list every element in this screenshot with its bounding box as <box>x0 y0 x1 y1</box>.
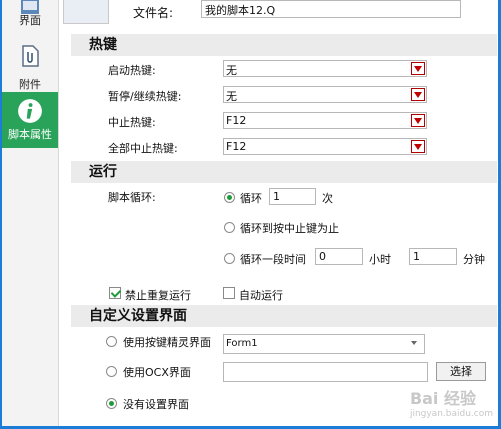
baidu-watermark: Bai 经验 jingyan.baidu.com <box>410 385 493 419</box>
pause-hotkey-label: 暂停/继续热键: <box>108 90 182 103</box>
ocx-ui-label: 使用OCX界面 <box>123 366 191 379</box>
loop-minutes-input[interactable]: 1 <box>409 248 457 265</box>
sidebar-item-attachment[interactable]: 附件 <box>2 40 58 98</box>
file-name-input[interactable]: 我的脚本12.Q <box>201 0 461 18</box>
sprite-ui-radio[interactable] <box>106 336 117 347</box>
script-thumbnail-icon <box>63 0 109 24</box>
no-ui-radio[interactable] <box>106 398 117 409</box>
chevron-down-icon[interactable] <box>411 140 425 153</box>
no-ui-label: 没有设置界面 <box>123 398 189 411</box>
loop-count-unit: 次 <box>322 192 333 205</box>
sidebar-item-script-properties[interactable]: 脚本属性 <box>2 92 58 148</box>
stop-hotkey-dropdown[interactable]: F12 <box>223 112 427 129</box>
info-icon <box>18 99 42 123</box>
sidebar-item-label: 界面 <box>19 14 41 27</box>
sidebar-item-label: 附件 <box>19 78 41 91</box>
section-hotkeys: 热键 <box>71 34 497 56</box>
stop-all-hotkey-dropdown[interactable]: F12 <box>223 138 427 155</box>
loop-hours-unit: 小时 <box>369 253 391 266</box>
no-rerun-label: 禁止重复运行 <box>125 289 191 302</box>
loop-timed-label: 循环一段时间 <box>240 253 306 266</box>
loop-minutes-unit: 分钟 <box>463 253 485 266</box>
file-name-row: 文件名: 我的脚本12.Q <box>59 0 498 30</box>
loop-count-label: 循环 <box>240 192 262 205</box>
loop-count-radio[interactable] <box>224 192 235 203</box>
pause-hotkey-dropdown[interactable]: 无 <box>223 86 427 103</box>
sidebar-item-label: 脚本属性 <box>8 128 52 141</box>
select-button[interactable]: 选择 <box>436 362 486 381</box>
watermark-site: jingyan.baidu.com <box>409 409 493 419</box>
start-hotkey-value: 无 <box>226 64 237 77</box>
loop-timed-radio[interactable] <box>224 253 235 264</box>
pause-hotkey-value: 无 <box>226 90 237 103</box>
file-name-label: 文件名: <box>133 6 174 20</box>
loop-count-input[interactable]: 1 <box>269 188 316 205</box>
chevron-down-icon[interactable] <box>411 88 425 101</box>
stop-all-hotkey-label: 全部中止热键: <box>108 142 178 155</box>
attachment-icon <box>22 45 39 67</box>
ocx-path-input[interactable] <box>223 362 428 382</box>
form-select-value: Form1 <box>226 338 258 349</box>
section-run: 运行 <box>71 161 497 183</box>
loop-until-stop-radio[interactable] <box>224 222 235 233</box>
autorun-label: 自动运行 <box>239 289 283 302</box>
sprite-ui-label: 使用按键精灵界面 <box>123 336 211 349</box>
autorun-checkbox[interactable] <box>223 287 235 299</box>
loop-hours-input[interactable]: 0 <box>315 248 363 265</box>
form-select-dropdown[interactable]: Form1 <box>223 334 425 354</box>
stop-hotkey-value: F12 <box>226 114 247 127</box>
start-hotkey-dropdown[interactable]: 无 <box>223 60 427 77</box>
sidebar: 界面 附件 脚本属性 <box>2 0 59 426</box>
start-hotkey-label: 启动热键: <box>108 64 156 77</box>
no-rerun-checkbox[interactable] <box>109 287 121 299</box>
ocx-ui-radio[interactable] <box>106 366 117 377</box>
sidebar-item-interface[interactable]: 界面 <box>2 0 58 34</box>
chevron-down-icon[interactable] <box>409 336 423 349</box>
script-properties-panel: 文件名: 我的脚本12.Q 热键 启动热键: 无 暂停/继续热键: 无 中止热键… <box>59 0 498 426</box>
stop-hotkey-label: 中止热键: <box>108 116 156 129</box>
script-loop-label: 脚本循环: <box>108 191 156 204</box>
chevron-down-icon[interactable] <box>411 114 425 127</box>
loop-until-stop-label: 循环到按中止键为止 <box>240 222 339 235</box>
watermark-logo: Bai 经验 <box>409 389 476 408</box>
section-custom-ui: 自定义设置界面 <box>71 305 497 327</box>
stop-all-hotkey-value: F12 <box>226 140 247 153</box>
chevron-down-icon[interactable] <box>411 62 425 75</box>
